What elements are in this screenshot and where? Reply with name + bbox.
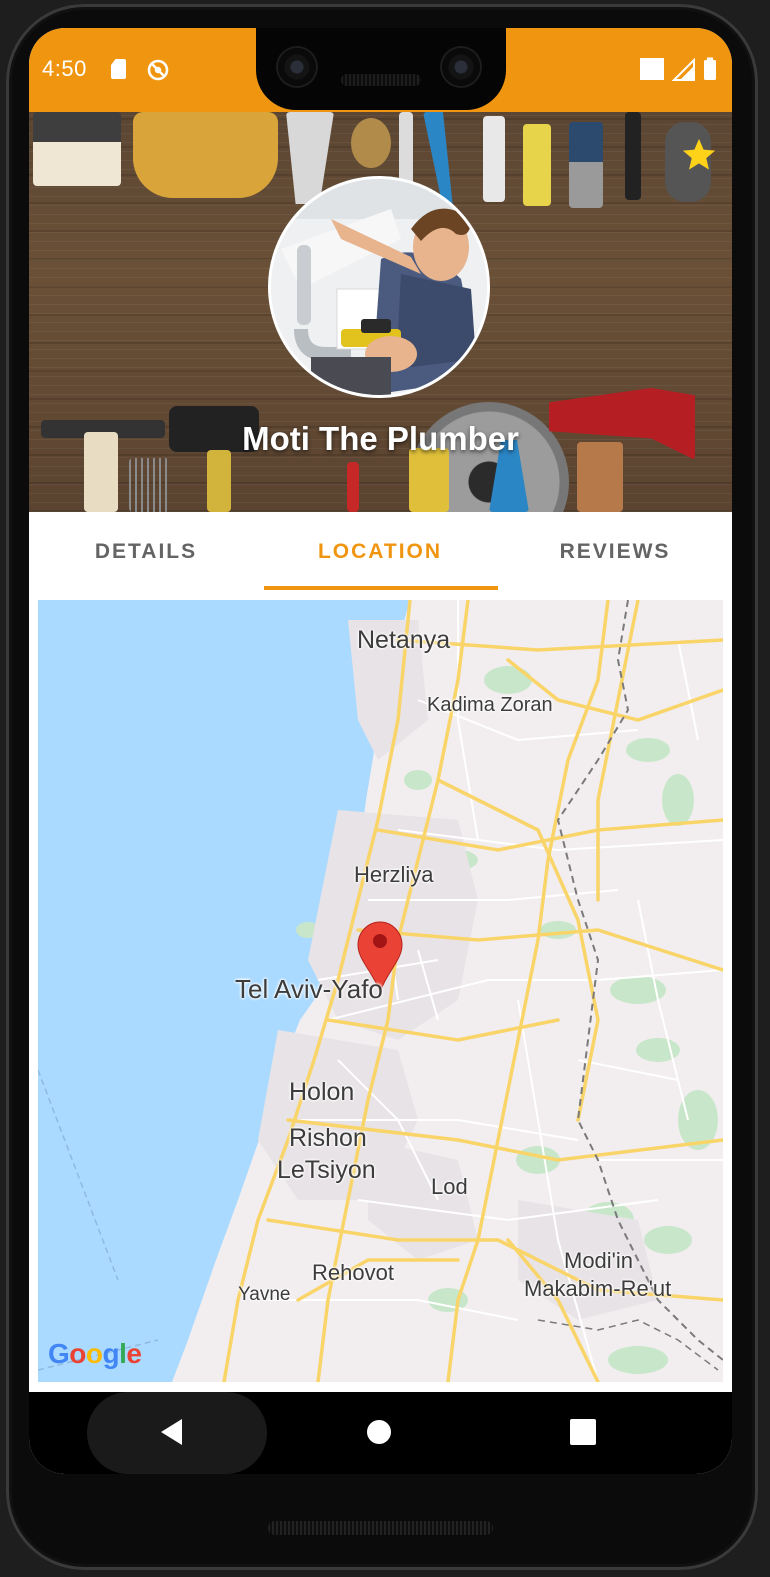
back-icon[interactable]: [157, 1416, 189, 1448]
scissors-tool: [483, 116, 505, 202]
paintbrush-tool: [569, 122, 603, 208]
map-label-herzliya: Herzliya: [354, 862, 434, 887]
map-label-netanya: Netanya: [357, 626, 451, 654]
map-label-modiin-1: Modi'in: [564, 1248, 634, 1273]
tape-tool: [523, 124, 551, 206]
front-camera: [278, 48, 316, 86]
map-label-yavne: Yavne: [238, 1284, 291, 1305]
plumber-photo: [271, 179, 487, 395]
wifi-icon: [640, 58, 664, 80]
status-time: 4:50: [42, 56, 87, 81]
map-label-modiin-2: Makabim-Re'ut: [524, 1276, 672, 1301]
map-label-rehovot: Rehovot: [312, 1260, 394, 1285]
recents-icon[interactable]: [569, 1418, 597, 1446]
device: 4:50 Moti The Plumber DETAILS LOCATION R…: [0, 0, 770, 1577]
map-label-rishon-2: LeTsiyon: [277, 1156, 376, 1184]
file-tool: [625, 112, 641, 200]
front-sensor: [442, 48, 480, 86]
tab-location[interactable]: LOCATION: [263, 512, 497, 590]
avatar: [268, 176, 490, 398]
battery-icon: [704, 60, 716, 80]
home-icon[interactable]: [364, 1417, 394, 1447]
gloves-tool: [133, 112, 278, 198]
tab-details[interactable]: DETAILS: [29, 512, 263, 590]
sd-card-icon: [111, 59, 126, 79]
camera-notch: [256, 28, 506, 110]
brush-tool: [33, 112, 121, 186]
sync-disabled-icon: [147, 59, 169, 81]
navigation-bar: [29, 1392, 732, 1474]
screen: 4:50 Moti The Plumber DETAILS LOCATION R…: [29, 28, 732, 1474]
tab-indicator: [264, 586, 498, 590]
profile-name: Moti The Plumber: [242, 420, 519, 457]
status-right-icons: [640, 57, 716, 81]
map-label-holon: Holon: [289, 1078, 355, 1106]
earpiece-speaker: [341, 74, 421, 86]
map-label-kadima: Kadima Zoran: [427, 694, 553, 716]
map-view[interactable]: Netanya Kadima Zoran Herzliya Tel Aviv-Y…: [38, 600, 723, 1382]
screws-tool: [351, 118, 391, 168]
nails-tool: [129, 458, 169, 512]
map-label-tel-aviv: Tel Aviv-Yafo: [235, 974, 383, 1004]
map-label-rishon-1: Rishon: [289, 1124, 367, 1152]
mallet-handle: [207, 450, 231, 512]
tab-reviews[interactable]: REVIEWS: [498, 512, 732, 590]
star-icon[interactable]: [680, 136, 718, 174]
bottom-speaker: [268, 1521, 493, 1535]
tab-bar: DETAILS LOCATION REVIEWS: [29, 512, 732, 590]
profile-header: Moti The Plumber: [29, 112, 732, 512]
google-logo: Google: [48, 1338, 142, 1369]
screwdriver-bottom-tool: [347, 462, 359, 512]
map-label-lod: Lod: [431, 1174, 468, 1199]
